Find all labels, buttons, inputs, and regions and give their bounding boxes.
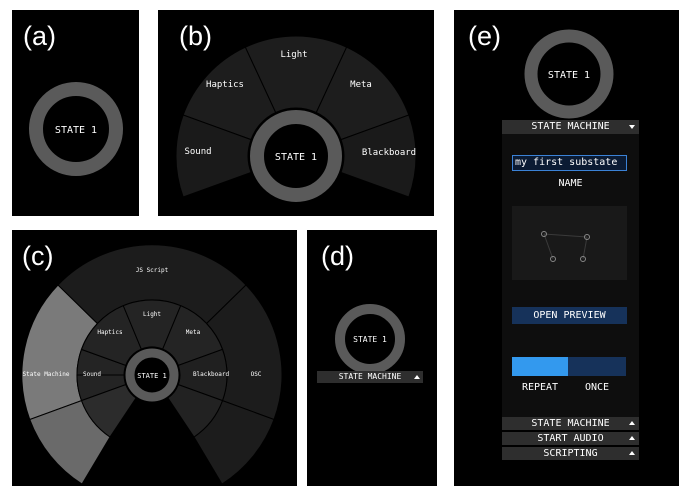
section-label: STATE MACHINE: [531, 418, 610, 429]
open-preview-button[interactable]: OPEN PREVIEW: [512, 307, 627, 324]
open-preview-label: OPEN PREVIEW: [533, 310, 606, 321]
state-widget: STATE 1: [29, 82, 123, 176]
radial-menu-expanded: JS Script Light Haptics Meta Sound Black…: [21, 244, 283, 485]
substate-editor: my first substate NAME OPEN PREVIEW REPE…: [502, 134, 639, 419]
menu-item-light[interactable]: Light: [280, 50, 307, 60]
repeat-label: REPEAT: [521, 382, 559, 393]
state-label: STATE 1: [55, 125, 97, 136]
state-label: STATE 1: [548, 70, 590, 81]
state-machine-dropdown[interactable]: STATE MACHINE: [317, 371, 423, 383]
section-label: START AUDIO: [537, 433, 604, 444]
state-label: STATE 1: [137, 372, 167, 380]
menu-item-light[interactable]: Light: [143, 311, 161, 318]
menu-item-haptics[interactable]: Haptics: [97, 329, 123, 336]
name-input-value: my first substate: [515, 157, 618, 168]
menu-item-sound[interactable]: Sound: [83, 371, 101, 378]
state-widget: STATE 1: [335, 304, 405, 374]
once-label: ONCE: [584, 382, 610, 393]
panel-b: (b) Light Haptics Meta Sound Blackboard …: [158, 10, 434, 216]
section-label: SCRIPTING: [543, 448, 598, 459]
menu-item-osc[interactable]: OSC: [251, 371, 262, 378]
chevron-up-icon: [629, 436, 635, 440]
section-scripting[interactable]: SCRIPTING: [502, 447, 639, 460]
section-state-machine[interactable]: STATE MACHINE: [502, 417, 639, 430]
panel-a: (a) STATE 1: [12, 10, 139, 216]
state-widget: STATE 1: [524, 29, 614, 119]
section-start-audio[interactable]: START AUDIO: [502, 432, 639, 445]
radial-menu: Light Haptics Meta Sound Blackboard STAT…: [175, 35, 417, 202]
graph-preview: [512, 206, 627, 280]
panel-c: (c) JS Script Light Haptics Meta Sound B…: [12, 230, 297, 486]
name-input[interactable]: my first substate: [512, 155, 627, 171]
menu-item-state-machine[interactable]: State Machine: [23, 371, 70, 378]
menu-item-meta[interactable]: Meta: [186, 329, 201, 336]
chevron-up-icon: [629, 451, 635, 455]
dropdown-label: STATE MACHINE: [338, 372, 402, 381]
menu-item-meta[interactable]: Meta: [350, 80, 372, 90]
panel-e: (e) STATE 1 STATE MACHINE my first subst…: [454, 10, 679, 486]
menu-item-blackboard[interactable]: Blackboard: [362, 148, 416, 158]
menu-item-haptics[interactable]: Haptics: [206, 80, 244, 90]
state-machine-dropdown[interactable]: STATE MACHINE: [502, 120, 639, 134]
dropdown-label: STATE MACHINE: [531, 121, 610, 132]
chevron-down-icon: [629, 125, 635, 129]
panel-d: (d) STATE 1 STATE MACHINE: [307, 230, 437, 486]
once-toggle[interactable]: [568, 357, 626, 376]
state-label: STATE 1: [353, 335, 387, 344]
repeat-toggle[interactable]: [512, 357, 568, 376]
menu-item-blackboard[interactable]: Blackboard: [193, 371, 230, 378]
graph-preview-canvas: [541, 231, 590, 262]
chevron-up-icon: [629, 421, 635, 425]
menu-item-sound[interactable]: Sound: [184, 147, 211, 157]
menu-item-js-script[interactable]: JS Script: [136, 267, 169, 274]
chevron-up-icon: [414, 375, 420, 379]
name-label: NAME: [558, 178, 583, 189]
state-label: STATE 1: [275, 152, 317, 163]
